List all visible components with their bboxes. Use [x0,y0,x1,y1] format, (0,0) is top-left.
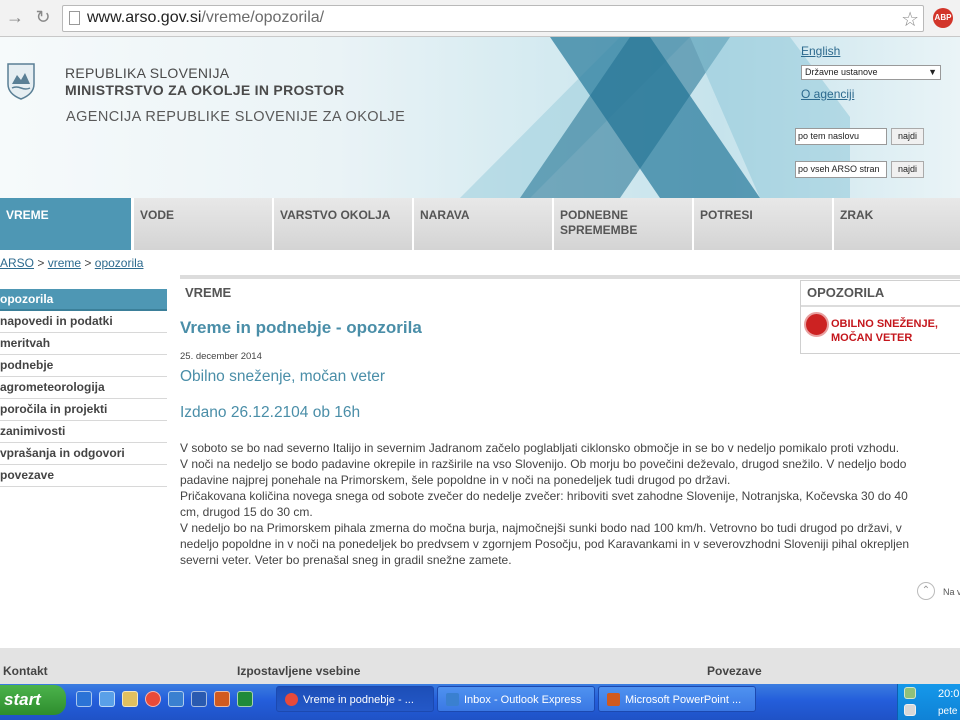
body-line: Pričakovana količina novega snega od sob… [180,489,908,503]
task-powerpoint[interactable]: Microsoft PowerPoint ... [598,686,756,712]
task-outlook[interactable]: Inbox - Outlook Express [437,686,595,712]
search-all-input[interactable]: po vseh ARSO stran [795,161,887,178]
breadcrumb-opozorila[interactable]: opozorila [95,256,144,270]
warning-item-line: MOČAN VETER [831,332,913,344]
body-line: nedeljo popoldne in v noči na ponedeljek… [180,537,910,551]
address-bar[interactable]: www.arso.gov.si/vreme/opozorila/ ☆ [62,5,924,32]
back-to-top-link[interactable]: Na vrh [943,587,960,597]
nav-tab-narava[interactable]: NARAVA [414,198,554,250]
powerpoint-icon [607,693,620,706]
warning-headline: Obilno sneženje, močan veter [180,368,386,385]
url-text: www.arso.gov.si/vreme/opozorila/ [87,9,325,26]
header-decoration [460,37,850,198]
footer-featured: Izpostavljene vsebine [237,664,361,678]
warnings-title: OPOZORILA [807,285,885,300]
nav-tab-podnebne-spremembe[interactable]: PODNEBNE SPREMEMBE [554,198,694,250]
site-header: REPUBLIKA SLOVENIJA MINISTRSTVO ZA OKOLJ… [0,37,960,198]
clock: 20:0 [938,688,960,700]
task-label: Microsoft PowerPoint ... [625,694,742,706]
ie-icon[interactable] [76,691,92,707]
body-line: V nedeljo bo na Primorskem pihala zmerna… [180,521,902,535]
nav-tab-potresi[interactable]: POTRESI [694,198,834,250]
snow-wind-warning-icon[interactable] [804,312,829,337]
start-button[interactable]: start [0,685,66,715]
warning-item-link[interactable]: OBILNO SNEŽENJE, MOČAN VETER [831,317,938,345]
body-line: padavine najprej ponehale na Primorskem,… [180,473,731,487]
warning-body: V soboto se bo nad severno Italijo in se… [180,440,960,568]
browser-toolbar: → ↻ www.arso.gov.si/vreme/opozorila/ ☆ A… [0,0,960,37]
outlook-icon [446,693,459,706]
section-label: VREME [185,285,232,300]
task-label: Vreme in podnebje - ... [303,694,414,706]
nav-tab-varstvo-okolja[interactable]: VARSTVO OKOLJA [274,198,414,250]
sidebar-item-opozorila[interactable]: opozorila [0,289,167,311]
powerpoint-icon[interactable] [214,691,230,707]
forward-arrow-icon[interactable]: → [4,6,26,28]
breadcrumb-separator: > [84,256,92,270]
sidebar-item-meritve[interactable]: meritvah [0,333,167,355]
volume-icon[interactable] [904,704,916,716]
chrome-icon[interactable] [145,691,161,707]
media-player-icon[interactable] [99,691,115,707]
english-link[interactable]: English [801,44,840,58]
excel-icon[interactable] [237,691,253,707]
content-divider [180,275,960,279]
bookmark-star-icon[interactable]: ☆ [901,7,919,32]
sidebar-item-podnebje[interactable]: podnebje [0,355,167,377]
main-navigation: VREME VODE VARSTVO OKOLJA NARAVA PODNEBN… [0,198,960,250]
adblock-icon[interactable]: ABP [933,8,953,28]
word-icon[interactable] [191,691,207,707]
sidebar-item-agrometeorologija[interactable]: agrometeorologija [0,377,167,399]
breadcrumb-arso[interactable]: ARSO [0,256,34,270]
sidebar-item-povezave[interactable]: povezave [0,465,167,487]
footer-contact: Kontakt [3,664,48,678]
coat-of-arms-logo [7,63,35,100]
outlook-icon[interactable] [168,691,184,707]
nav-tab-vode[interactable]: VODE [134,198,274,250]
task-browser[interactable]: Vreme in podnebje - ... [276,686,434,712]
nav-tab-vreme[interactable]: VREME [0,198,133,250]
site-footer: Kontakt Izpostavljene vsebine Povezave [0,648,960,685]
republic-title: REPUBLIKA SLOVENIJA [65,65,230,81]
issued-time: Izdano 26.12.2104 ob 16h [180,404,361,421]
page-title: Vreme in podnebje - opozorila [180,318,422,337]
body-line: severni veter. Veter bo prenašal sneg in… [180,553,512,567]
search-all-button[interactable]: najdi [891,161,924,178]
windows-taskbar: start Vreme in podnebje - ... Inbox - Ou… [0,684,960,720]
back-to-top-icon[interactable]: ⌃ [917,582,935,600]
institutions-select-value: Državne ustanove [805,67,878,77]
agency-title: AGENCIJA REPUBLIKE SLOVENIJE ZA OKOLJE [66,109,406,125]
warning-item-line: OBILNO SNEŽENJE, [831,318,938,330]
search-page-input[interactable]: po tem naslovu [795,128,887,145]
dropdown-arrow-icon: ▼ [928,67,937,77]
body-line: cm, drugod 15 do 30 cm. [180,505,313,519]
warnings-divider [801,305,960,307]
ministry-title: MINISTRSTVO ZA OKOLJE IN PROSTOR [65,82,345,98]
body-line: V noči na nedeljo se bodo padavine okrep… [180,457,907,471]
breadcrumb-separator: > [37,256,45,270]
breadcrumb-vreme[interactable]: vreme [48,256,81,270]
breadcrumb: ARSO > vreme > opozorila [0,256,143,270]
tray-user: pete [938,706,958,717]
warning-date: 25. december 2014 [180,351,262,362]
chrome-icon [285,693,298,706]
page-icon [69,11,80,25]
nav-tab-zrak[interactable]: ZRAK [834,198,960,250]
sidebar-item-porocila[interactable]: poročila in projekti [0,399,167,421]
reload-icon[interactable]: ↻ [32,6,54,28]
folder-icon[interactable] [122,691,138,707]
search-page-button[interactable]: najdi [891,128,924,145]
sidebar-item-zanimivosti[interactable]: zanimivosti [0,421,167,443]
about-agency-link[interactable]: O agenciji [801,87,854,101]
sidebar-menu: opozorila napovedi in podatki meritvah p… [0,289,167,487]
task-label: Inbox - Outlook Express [464,694,582,706]
warnings-panel: OPOZORILA OBILNO SNEŽENJE, MOČAN VETER [800,280,960,354]
sidebar-item-vprasanja[interactable]: vprašanja in odgovori [0,443,167,465]
sidebar-item-napovedi[interactable]: napovedi in podatki [0,311,167,333]
body-line: V soboto se bo nad severno Italijo in se… [180,441,900,455]
footer-links: Povezave [707,664,762,678]
network-icon[interactable] [904,687,916,699]
institutions-select[interactable]: Državne ustanove ▼ [801,65,941,80]
